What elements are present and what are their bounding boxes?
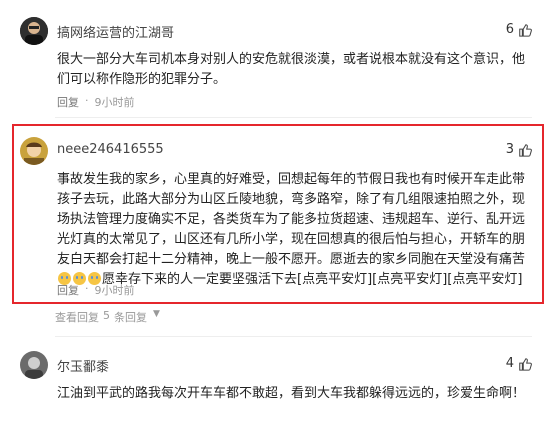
comment-text-part2: 愿幸存下来的人一定要坚强活下去[点亮平安灯][点亮平安灯][点亮平安灯] — [102, 272, 523, 287]
timestamp: 9小时前 — [94, 284, 135, 297]
like-count: 4 — [505, 356, 514, 371]
username[interactable]: neee246416555 — [57, 142, 164, 157]
like-count: 6 — [505, 22, 514, 37]
comment-text-part1: 事故发生我的家乡，心里真的好难受，回想起每年的节假日我也有时候开车走此带孩子去玩… — [57, 172, 526, 267]
thumbs-up-icon — [519, 23, 532, 37]
avatar[interactable] — [20, 137, 48, 165]
view-replies-label: 查看回复 — [55, 311, 99, 324]
separator: · — [85, 94, 89, 107]
divider — [55, 336, 532, 337]
reply-count: 5 — [103, 309, 110, 322]
comment-text: 江油到平武的路我每次开车车都不敢超，看到大车我都躲得远远的，珍爱生命啊！ — [57, 386, 526, 401]
view-replies-link[interactable]: 查看回复 5 条回复 ▼ — [55, 309, 160, 325]
like-count: 3 — [505, 142, 514, 157]
thumbs-up-icon — [519, 357, 532, 371]
avatar[interactable] — [20, 351, 48, 379]
reply-link[interactable]: 回复 — [57, 282, 79, 298]
comment-text: 事故发生我的家乡，心里真的好难受，回想起每年的节假日我也有时候开车走此带孩子去玩… — [57, 170, 527, 290]
divider — [55, 117, 532, 118]
thumbs-up-icon — [519, 143, 532, 157]
timestamp: 9小时前 — [94, 96, 135, 109]
like-button[interactable]: 6 — [506, 22, 532, 37]
reply-link[interactable]: 回复 — [57, 94, 79, 110]
reply-count-suffix: 条回复 — [114, 311, 147, 324]
avatar[interactable] — [20, 17, 48, 45]
separator: · — [85, 282, 89, 295]
comment-text: 很大一部分大车司机本身对别人的安危就很淡漠，或者说根本就没有这个意识，他们可以称… — [57, 52, 526, 87]
username[interactable]: 尔玉鄱黍 — [57, 356, 109, 375]
like-button[interactable]: 4 — [506, 356, 532, 371]
username[interactable]: 搞网络运营的江湖哥 — [57, 22, 174, 41]
chevron-down-icon: ▼ — [153, 309, 160, 319]
like-button[interactable]: 3 — [506, 142, 532, 157]
